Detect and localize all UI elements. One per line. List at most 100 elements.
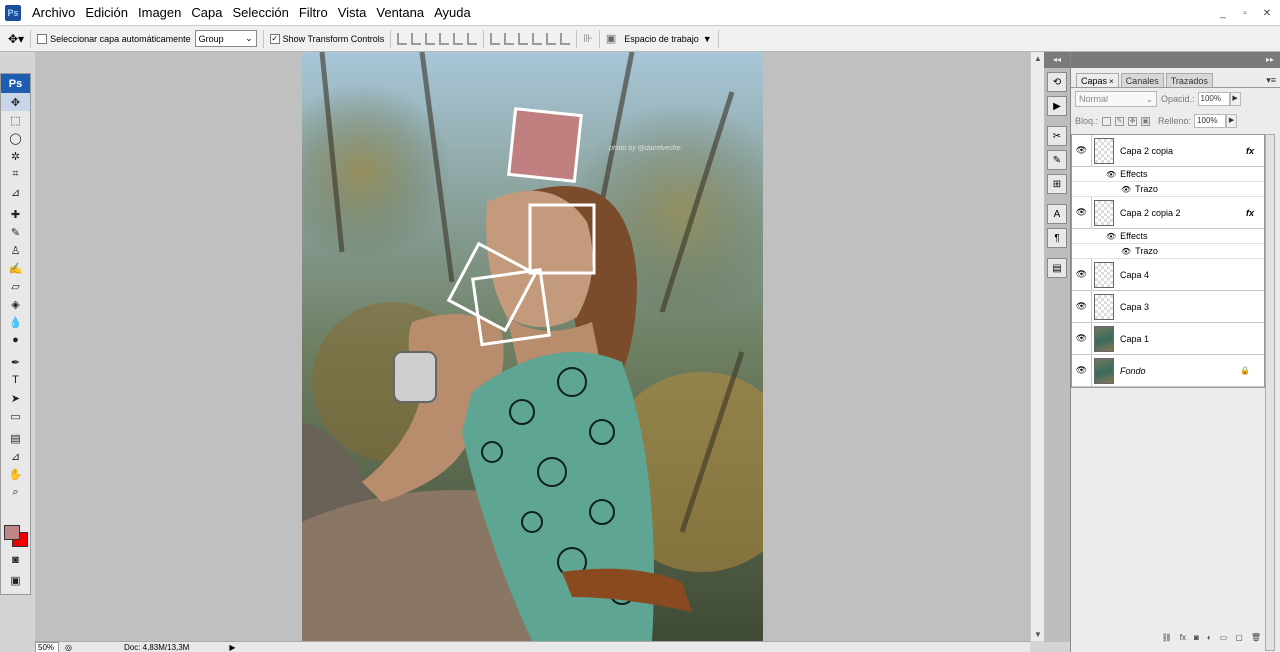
layer-row[interactable]: 👁 Capa 3 [1072,291,1264,323]
notes-tool-icon[interactable]: ▤ [1,429,30,447]
eye-icon[interactable]: 👁 [1106,170,1116,179]
clone-source-icon[interactable]: ⊞ [1047,174,1067,194]
menu-capa[interactable]: Capa [186,0,227,26]
zoom-tool-icon[interactable]: ⌕ [1,483,30,501]
adjustment-layer-icon[interactable]: ◐ [1207,633,1212,647]
pen-tool-icon[interactable]: ✒ [1,353,30,371]
add-mask-icon[interactable]: ◙ [1194,633,1199,647]
crop-tool-icon[interactable]: ⌗ [1,165,30,183]
eye-icon[interactable]: 👁 [1072,291,1092,322]
color-sampler-icon[interactable]: ⊿ [1,447,30,465]
eyedropper-icon[interactable]: ⊿ [1,183,30,201]
align-left-icon[interactable] [439,32,450,45]
layer-row[interactable]: 👁 Capa 4 [1072,259,1264,291]
layer-row[interactable]: 👁 Fondo 🔒 [1072,355,1264,387]
canvas-area[interactable]: photo by @dairelveche [35,52,1030,641]
layer-comps-icon[interactable]: ▤ [1047,258,1067,278]
trash-icon[interactable]: 🗑 [1251,633,1261,647]
tab-capas[interactable]: Capas × [1076,73,1119,87]
eye-icon[interactable]: 👁 [1121,185,1131,194]
distribute-bottom-icon[interactable] [518,32,529,45]
add-style-icon[interactable]: fx [1180,633,1186,647]
effects-row[interactable]: 👁 Effects [1072,229,1264,244]
status-menu-arrow-icon[interactable]: ▶ [229,643,235,652]
tools-presets-icon[interactable]: ✂ [1047,126,1067,146]
layer-row[interactable]: 👁 Capa 2 copia 2 fx [1072,197,1264,229]
auto-select-checkbox[interactable] [37,33,48,44]
shape-tool-icon[interactable]: ▭ [1,407,30,425]
close-icon[interactable]: × [1109,77,1114,86]
eye-icon[interactable]: 👁 [1121,247,1131,256]
eye-icon[interactable]: 👁 [1072,323,1092,354]
history-icon[interactable]: ⟲ [1047,72,1067,92]
menu-ventana[interactable]: Ventana [371,0,429,26]
brushes-icon[interactable]: ✎ [1047,150,1067,170]
new-group-icon[interactable]: ▭ [1220,633,1228,647]
align-hcenter-icon[interactable] [453,32,464,45]
menu-edicion[interactable]: Edición [80,0,133,26]
lock-position-icon[interactable]: ✥ [1128,116,1138,126]
paint-bucket-icon[interactable]: ◈ [1,295,30,313]
effects-row[interactable]: 👁 Effects [1072,167,1264,182]
layer-row[interactable]: 👁 Capa 1 [1072,323,1264,355]
opacity-slider-button[interactable]: ▶ [1229,92,1241,106]
transform-controls-checkbox[interactable]: ✓ [269,33,280,44]
distribute-hcenter-icon[interactable] [546,32,557,45]
align-vcenter-icon[interactable] [411,32,422,45]
eye-icon[interactable]: 👁 [1072,259,1092,290]
lasso-tool-icon[interactable]: ◯ [1,129,30,147]
distribute-right-icon[interactable] [560,32,571,45]
lock-all-icon[interactable]: ▣ [1141,116,1151,126]
eye-icon[interactable]: 👁 [1072,197,1092,228]
menu-filtro[interactable]: Filtro [294,0,333,26]
opacity-field[interactable]: 100% [1197,92,1230,106]
fx-icon[interactable]: fx [1246,208,1254,218]
restore-button[interactable]: ▫ [1236,5,1254,21]
tab-canales[interactable]: Canales [1120,73,1164,87]
quick-mask-icon[interactable]: ◙ [1,551,30,569]
close-button[interactable]: ✕ [1258,5,1276,21]
menu-seleccion[interactable]: Selección [227,0,293,26]
panel-menu-icon[interactable]: ▾≡ [1266,73,1276,87]
scroll-down-icon[interactable]: ▼ [1034,630,1042,639]
dodge-tool-icon[interactable]: ● [1,331,30,349]
distribute-top-icon[interactable] [490,32,501,45]
paragraph-icon[interactable]: ¶ [1047,228,1067,248]
fill-field[interactable]: 100% [1194,114,1227,128]
photoshop-app-icon[interactable]: Ps [5,4,21,21]
minimize-button[interactable]: _ [1214,5,1232,21]
fill-slider-button[interactable]: ▶ [1226,114,1238,128]
distribute-left-icon[interactable] [532,32,543,45]
panel-collapse-button[interactable]: ▸▸ [1071,52,1280,68]
new-layer-icon[interactable]: ▢ [1235,633,1243,647]
character-icon[interactable]: A [1047,204,1067,224]
workspace-icon[interactable]: ▣ [606,32,616,45]
eraser-tool-icon[interactable]: ▱ [1,277,30,295]
path-selection-icon[interactable]: ➤ [1,389,30,407]
eye-icon[interactable]: 👁 [1072,135,1092,166]
auto-select-dropdown[interactable]: Group ⌄ [194,30,257,47]
workspace-menu[interactable]: Espacio de trabajo ▼ [624,34,711,44]
screen-mode-icon[interactable]: ▣ [1,571,30,589]
healing-brush-icon[interactable]: ✚ [1,205,30,223]
dock-collapse-button[interactable]: ◂◂ [1044,52,1070,68]
eye-icon[interactable]: 👁 [1072,355,1092,386]
ps-badge[interactable]: Ps [1,74,30,93]
effect-item-row[interactable]: 👁 Trazo [1072,244,1264,259]
zoom-field[interactable]: 50% [35,641,59,652]
transform-controls-option[interactable]: ✓ Show Transform Controls [269,33,384,44]
document-image[interactable]: photo by @dairelveche [302,52,763,641]
align-right-icon[interactable] [467,32,478,45]
auto-select-option[interactable]: Seleccionar capa automáticamente [37,33,191,44]
blur-tool-icon[interactable]: 💧 [1,313,30,331]
actions-icon[interactable]: ▶ [1047,96,1067,116]
type-tool-icon[interactable]: T [1,371,30,389]
layers-scrollbar[interactable] [1265,134,1275,651]
menu-archivo[interactable]: Archivo [27,0,80,26]
marquee-tool-icon[interactable]: ⬚ [1,111,30,129]
lock-transparency-icon[interactable] [1102,116,1112,126]
blend-mode-dropdown[interactable]: Normal ⌄ [1075,91,1157,107]
menu-ayuda[interactable]: Ayuda [429,0,476,26]
scroll-up-icon[interactable]: ▲ [1034,54,1042,63]
move-tool-preset-icon[interactable]: ✥▾ [8,32,24,46]
